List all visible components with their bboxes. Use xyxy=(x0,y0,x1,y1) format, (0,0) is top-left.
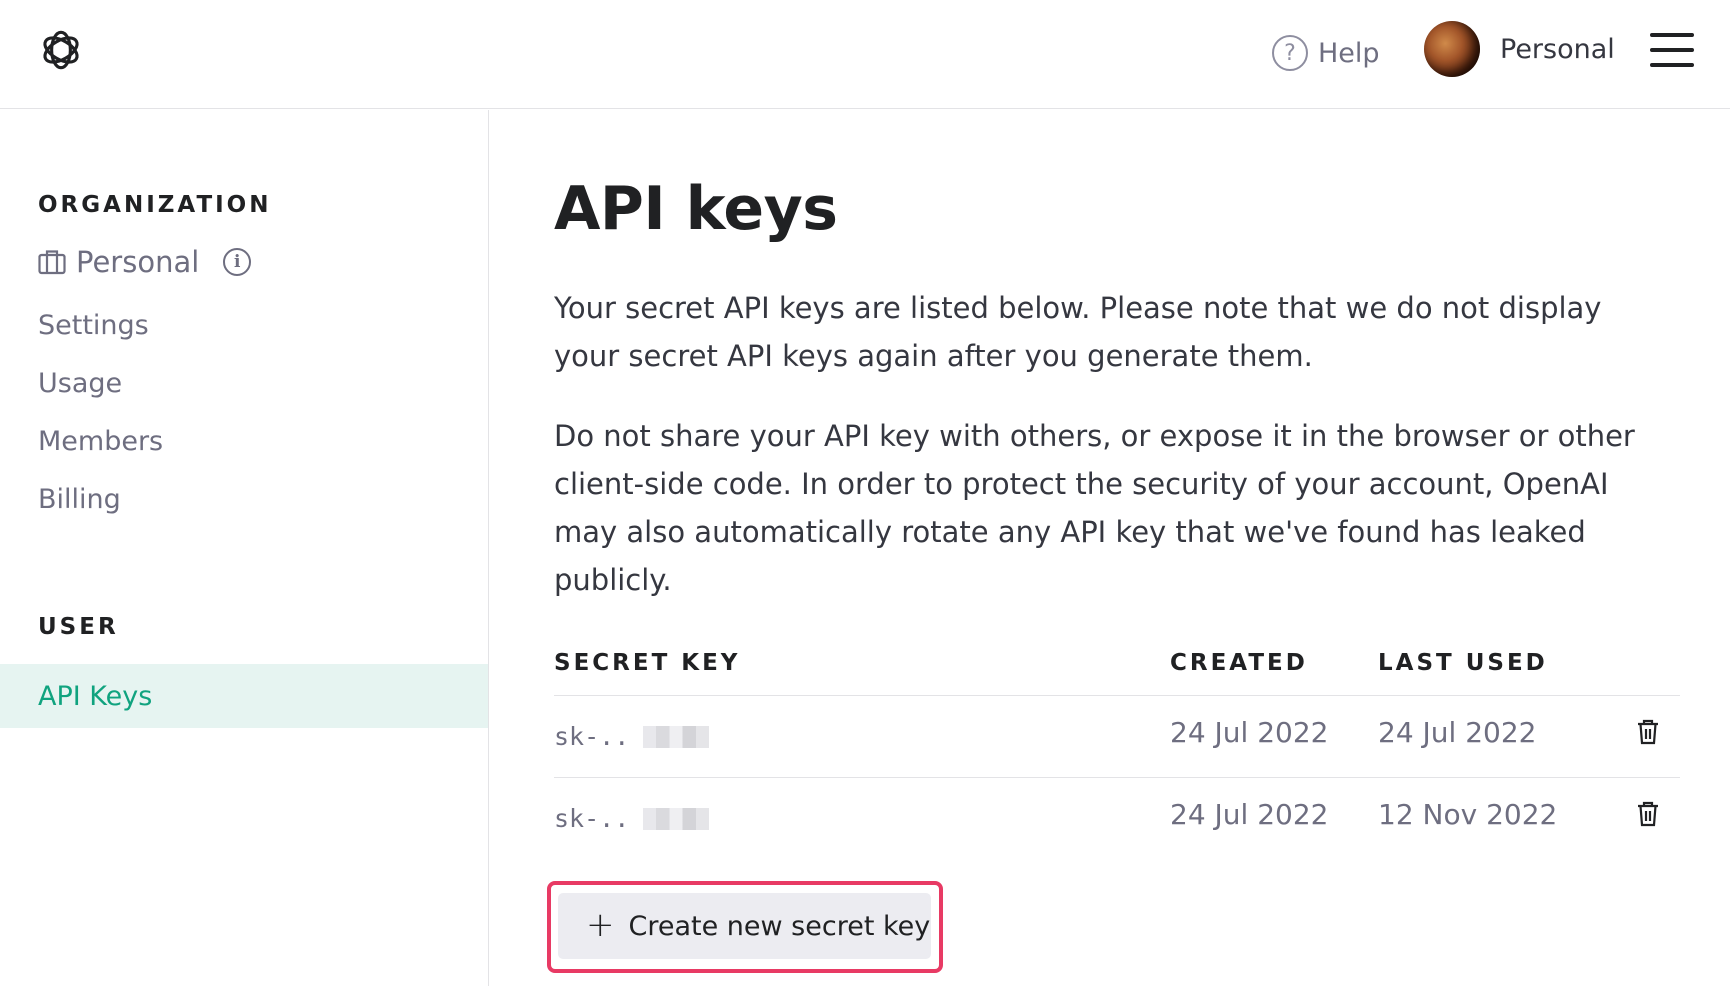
account-name: Personal xyxy=(1500,33,1615,65)
create-new-secret-key-button[interactable]: + Create new secret key xyxy=(558,893,931,959)
plus-icon: + xyxy=(586,904,615,945)
top-bar: ? Help Personal xyxy=(0,0,1730,109)
sidebar: ORGANIZATION Personal i Settings Usage M… xyxy=(0,110,489,986)
openai-logo[interactable] xyxy=(36,25,86,75)
trash-icon[interactable] xyxy=(1636,801,1660,827)
last-used-date: 12 Nov 2022 xyxy=(1378,798,1558,831)
avatar xyxy=(1424,21,1480,77)
secret-key-value: sk-.. xyxy=(554,722,630,751)
intro-paragraph: Your secret API keys are listed below. P… xyxy=(554,291,1602,373)
created-date: 24 Jul 2022 xyxy=(1170,716,1329,749)
redacted-key xyxy=(643,725,710,748)
organization-selector[interactable]: Personal i xyxy=(38,245,252,279)
page-title: API keys xyxy=(554,174,838,244)
column-header-created: CREATED xyxy=(1170,650,1308,676)
briefcase-icon xyxy=(38,250,66,275)
redacted-key xyxy=(643,807,710,830)
question-circle-icon: ? xyxy=(1272,35,1308,71)
sidebar-item-usage[interactable]: Usage xyxy=(38,368,122,399)
trash-icon[interactable] xyxy=(1636,719,1660,745)
organization-name: Personal xyxy=(76,245,200,279)
organization-section-label: ORGANIZATION xyxy=(38,192,272,218)
help-link[interactable]: ? Help xyxy=(1272,33,1380,73)
column-header-secret-key: SECRET KEY xyxy=(554,650,741,676)
sidebar-item-members[interactable]: Members xyxy=(38,426,163,457)
table-row-key: sk-.. xyxy=(554,804,710,833)
sidebar-item-api-keys[interactable]: API Keys xyxy=(0,664,488,728)
sidebar-item-billing[interactable]: Billing xyxy=(38,484,121,515)
info-icon[interactable]: i xyxy=(223,248,252,276)
column-header-last-used: LAST USED xyxy=(1378,650,1548,676)
last-used-date: 24 Jul 2022 xyxy=(1378,716,1537,749)
table-divider xyxy=(554,695,1680,696)
warning-paragraph: Do not share your API key with others, o… xyxy=(554,419,1635,597)
hamburger-menu-icon[interactable] xyxy=(1650,33,1694,67)
user-section-label: USER xyxy=(38,614,119,640)
create-button-label: Create new secret key xyxy=(628,910,931,942)
table-row-key: sk-.. xyxy=(554,722,710,751)
sidebar-item-settings[interactable]: Settings xyxy=(38,310,149,341)
account-menu[interactable]: Personal xyxy=(1424,21,1615,77)
table-divider xyxy=(554,777,1680,778)
help-label: Help xyxy=(1318,37,1380,69)
created-date: 24 Jul 2022 xyxy=(1170,798,1329,831)
secret-key-value: sk-.. xyxy=(554,804,630,833)
